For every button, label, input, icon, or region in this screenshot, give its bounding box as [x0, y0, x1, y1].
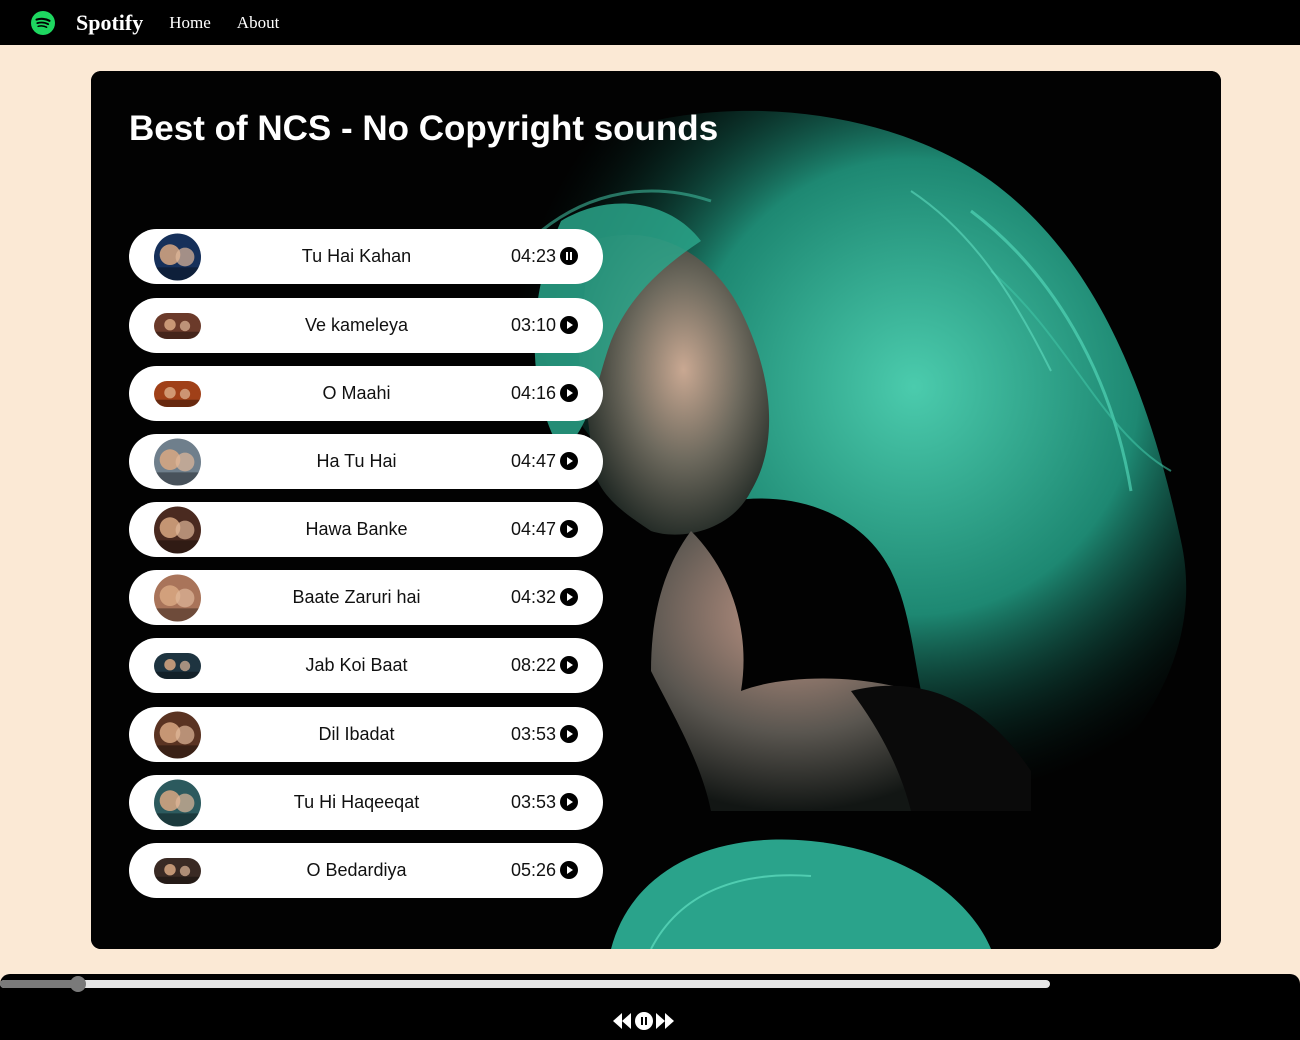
- top-nav: Spotify Home About: [0, 0, 1300, 45]
- next-icon[interactable]: [655, 1012, 675, 1030]
- seek-bar[interactable]: [0, 976, 1050, 992]
- song-item[interactable]: Dil Ibadat 03:53: [129, 707, 603, 762]
- song-pause-icon[interactable]: [560, 247, 578, 265]
- song-play-icon[interactable]: [560, 588, 578, 606]
- song-duration: 04:32: [511, 587, 557, 607]
- song-play-icon[interactable]: [560, 725, 578, 743]
- song-duration: 03:53: [511, 724, 557, 744]
- song-duration: 04:23: [511, 246, 557, 266]
- song-play-icon[interactable]: [560, 656, 578, 674]
- song-duration: 03:10: [511, 315, 557, 335]
- song-duration: 04:16: [511, 383, 557, 403]
- song-item[interactable]: O Maahi 04:16: [129, 366, 603, 421]
- seek-bar-thumb[interactable]: [69, 976, 86, 992]
- nav-link-home[interactable]: Home: [169, 13, 211, 33]
- playlist-title: Best of NCS - No Copyright sounds: [129, 109, 719, 148]
- song-item[interactable]: Ha Tu Hai 04:47: [129, 434, 603, 489]
- song-play-icon[interactable]: [560, 316, 578, 334]
- song-item[interactable]: Hawa Banke 04:47: [129, 502, 603, 557]
- song-item[interactable]: Tu Hai Kahan 04:23: [129, 229, 603, 284]
- previous-icon[interactable]: [612, 1012, 632, 1030]
- song-item[interactable]: Ve kameleya 03:10: [129, 298, 603, 353]
- brand-name[interactable]: Spotify: [76, 10, 143, 36]
- playlist-container: Best of NCS - No Copyright sounds Tu Hai…: [91, 71, 1221, 949]
- pause-icon[interactable]: [635, 1012, 653, 1030]
- song-item[interactable]: O Bedardiya 05:26: [129, 843, 603, 898]
- song-duration: 08:22: [511, 655, 557, 675]
- seek-bar-fill: [0, 980, 78, 988]
- spotify-logo-icon[interactable]: [31, 10, 55, 35]
- song-duration: 04:47: [511, 451, 557, 471]
- song-duration: 04:47: [511, 519, 557, 539]
- song-duration: 05:26: [511, 860, 557, 880]
- player-bar: [0, 974, 1300, 1040]
- song-play-icon[interactable]: [560, 861, 578, 879]
- song-play-icon[interactable]: [560, 384, 578, 402]
- song-play-icon[interactable]: [560, 793, 578, 811]
- song-item[interactable]: Jab Koi Baat 08:22: [129, 638, 603, 693]
- song-duration: 03:53: [511, 792, 557, 812]
- nav-link-about[interactable]: About: [237, 13, 280, 33]
- song-play-icon[interactable]: [560, 452, 578, 470]
- song-item[interactable]: Tu Hi Haqeeqat 03:53: [129, 775, 603, 830]
- song-item[interactable]: Baate Zaruri hai 04:32: [129, 570, 603, 625]
- song-play-icon[interactable]: [560, 520, 578, 538]
